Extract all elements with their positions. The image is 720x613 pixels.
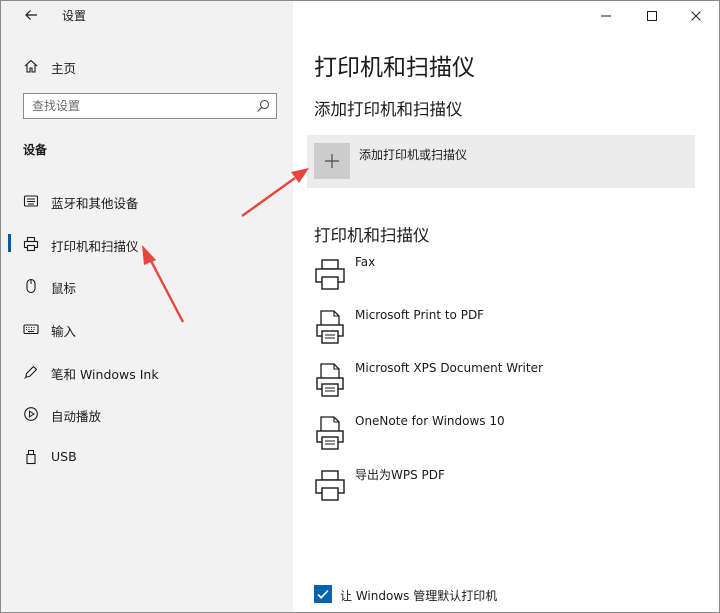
search-icon[interactable] — [256, 99, 270, 113]
settings-window: 设置 主页 设备 蓝牙和其他设备 — [0, 0, 720, 613]
manage-default-printer-setting: 让 Windows 管理默认打印机 — [314, 584, 694, 606]
sidebar-item-label: 鼠标 — [51, 281, 77, 296]
manage-default-label: 让 Windows 管理默认打印机 — [340, 589, 498, 603]
app-title: 设置 — [62, 9, 87, 23]
bluetooth-devices-icon — [23, 195, 39, 207]
checkmark-icon — [317, 589, 329, 599]
sidebar-item-label: 自动播放 — [51, 409, 102, 424]
sidebar-item-label: 打印机和扫描仪 — [51, 239, 139, 254]
printer-icon — [23, 236, 39, 252]
sidebar-item-label: USB — [51, 449, 77, 464]
sidebar-item-pen[interactable]: 笔和 Windows Ink — [1, 355, 293, 387]
close-button[interactable] — [673, 1, 719, 31]
minimize-icon — [601, 15, 611, 17]
plus-icon — [325, 154, 339, 168]
printers-list-title: 打印机和扫描仪 — [314, 226, 430, 245]
arrow-left-icon — [25, 10, 37, 20]
search-input[interactable] — [32, 96, 252, 116]
sidebar-item-bluetooth[interactable]: 蓝牙和其他设备 — [1, 184, 293, 216]
printer-item[interactable]: OneNote for Windows 10 — [307, 412, 697, 458]
page-title: 打印机和扫描仪 — [314, 55, 475, 81]
printer-item[interactable]: Microsoft Print to PDF — [307, 306, 697, 352]
home-icon — [24, 59, 38, 73]
autoplay-icon — [24, 407, 38, 421]
sidebar-item-autoplay[interactable]: 自动播放 — [1, 397, 293, 429]
document-printer-icon — [316, 310, 344, 344]
sidebar-item-home[interactable]: 主页 — [1, 53, 293, 79]
printer-name: Microsoft XPS Document Writer — [355, 361, 543, 375]
sidebar-item-label: 蓝牙和其他设备 — [51, 196, 139, 211]
maximize-button[interactable] — [629, 1, 675, 31]
sidebar: 设置 主页 设备 蓝牙和其他设备 — [1, 1, 293, 612]
printer-item[interactable]: 导出为WPS PDF — [307, 464, 697, 510]
document-printer-icon — [316, 416, 344, 450]
usb-icon — [26, 450, 36, 465]
printer-icon — [315, 470, 345, 501]
section-title: 设备 — [23, 143, 48, 157]
sidebar-item-typing[interactable]: 输入 — [1, 312, 293, 344]
sidebar-item-label: 笔和 Windows Ink — [51, 367, 159, 382]
sidebar-item-usb[interactable]: USB — [1, 440, 293, 472]
sidebar-item-printers[interactable]: 打印机和扫描仪 — [1, 227, 293, 259]
mouse-icon — [26, 278, 36, 294]
printer-name: Fax — [355, 255, 376, 269]
printer-name: 导出为WPS PDF — [355, 468, 445, 482]
document-printer-icon — [316, 363, 344, 397]
close-icon — [691, 11, 701, 21]
add-printer-button[interactable]: 添加打印机或扫描仪 — [307, 135, 695, 188]
manage-default-checkbox[interactable] — [314, 585, 332, 603]
add-printer-label: 添加打印机或扫描仪 — [359, 148, 468, 162]
printer-name: Microsoft Print to PDF — [355, 308, 485, 322]
back-button[interactable] — [15, 4, 47, 26]
minimize-button[interactable] — [583, 1, 629, 31]
keyboard-icon — [23, 324, 39, 335]
pen-icon — [24, 365, 38, 379]
maximize-icon — [647, 11, 657, 21]
home-label: 主页 — [51, 61, 77, 76]
printer-item[interactable]: Fax — [307, 253, 697, 299]
printer-icon — [315, 259, 345, 290]
add-tile — [314, 143, 350, 179]
add-section-title: 添加打印机和扫描仪 — [314, 100, 463, 119]
selection-indicator — [8, 234, 11, 252]
search-box[interactable] — [23, 93, 277, 119]
printer-item[interactable]: Microsoft XPS Document Writer — [307, 359, 697, 405]
sidebar-item-mouse[interactable]: 鼠标 — [1, 269, 293, 301]
sidebar-item-label: 输入 — [51, 324, 77, 339]
printer-name: OneNote for Windows 10 — [355, 414, 505, 428]
main-content: 打印机和扫描仪 添加打印机和扫描仪 添加打印机或扫描仪 打印机和扫描仪 Fax — [293, 1, 719, 612]
